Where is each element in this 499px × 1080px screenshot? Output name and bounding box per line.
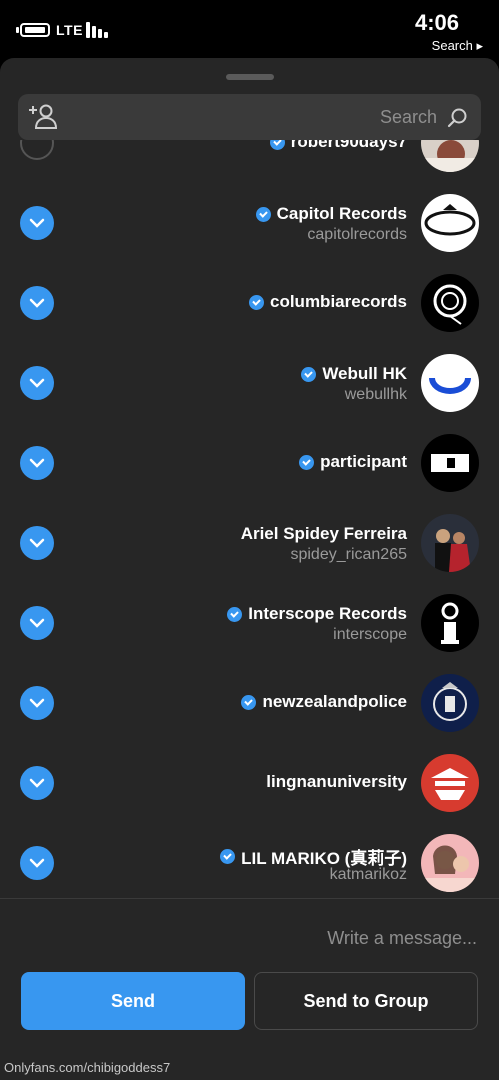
- avatar: [421, 594, 479, 652]
- back-to-search-link[interactable]: Search ▸: [432, 38, 483, 54]
- verified-badge-icon: [255, 206, 271, 222]
- selected-check-icon[interactable]: [20, 286, 54, 320]
- selected-check-icon[interactable]: [20, 686, 54, 720]
- contact-row[interactable]: newzealandpolice: [0, 662, 499, 742]
- contact-username: capitolrecords: [307, 226, 407, 243]
- clock: 4:06: [414, 10, 459, 35]
- verified-badge-icon: [249, 294, 264, 310]
- avatar: [421, 434, 479, 492]
- add-people-icon[interactable]: [28, 102, 60, 132]
- selected-check-icon[interactable]: [20, 206, 54, 240]
- contact-row[interactable]: robert90days7: [0, 140, 499, 182]
- contact-name: newzealandpolice: [262, 692, 407, 711]
- contact-name: Webull HK: [322, 364, 407, 383]
- contact-name: columbiarecords: [270, 292, 407, 311]
- avatar: [421, 834, 479, 892]
- avatar: [421, 674, 479, 732]
- contact-row[interactable]: Interscope Records interscope: [0, 582, 499, 662]
- contact-name: lingnanuniversity: [266, 772, 407, 791]
- contact-username: interscope: [333, 626, 407, 643]
- selected-check-icon[interactable]: [20, 366, 54, 400]
- sheet-grabber[interactable]: [226, 74, 274, 80]
- send-to-group-button[interactable]: Send to Group: [254, 972, 478, 1030]
- signal-icon: [86, 22, 110, 38]
- select-circle[interactable]: [20, 140, 54, 160]
- contact-name-line: Capitol Records: [255, 204, 407, 224]
- contact-row[interactable]: Ariel Spidey Ferreira spidey_rican265: [0, 502, 499, 582]
- verified-badge-icon: [269, 140, 285, 150]
- contact-name-line: Ariel Spidey Ferreira: [241, 524, 407, 544]
- contact-name-line: columbiarecords: [249, 292, 407, 312]
- composer-divider: [0, 898, 499, 899]
- contact-name-line: lingnanuniversity: [266, 772, 407, 792]
- avatar: [421, 194, 479, 252]
- search-input[interactable]: Search: [380, 107, 437, 128]
- contact-row[interactable]: LIL MARIKO (真莉子) katmarikoz: [0, 822, 499, 898]
- verified-badge-icon: [227, 606, 243, 622]
- network-label: LTE: [56, 22, 83, 38]
- verified-badge-icon: [301, 366, 317, 382]
- status-bar: LTE 4:06 Search ▸: [0, 0, 499, 58]
- watermark-text: Onlyfans.com/chibigoddess7: [4, 1060, 171, 1075]
- contact-username: katmarikoz: [329, 866, 407, 883]
- send-button[interactable]: Send: [21, 972, 245, 1030]
- message-input[interactable]: Write a message...: [327, 928, 477, 949]
- contact-name-line: Interscope Records: [227, 604, 407, 624]
- contact-row[interactable]: columbiarecords: [0, 262, 499, 342]
- contact-name-line: Webull HK: [301, 364, 407, 384]
- avatar: [421, 514, 479, 572]
- avatar: [421, 140, 479, 172]
- contact-name: participant: [320, 452, 407, 471]
- share-sheet: Search robert90days7 Capitol Records cap…: [0, 58, 499, 1080]
- contact-username: webullhk: [344, 386, 407, 403]
- contact-row[interactable]: Webull HK webullhk: [0, 342, 499, 422]
- selected-check-icon[interactable]: [20, 446, 54, 480]
- avatar: [421, 274, 479, 332]
- avatar: [421, 754, 479, 812]
- contact-list: robert90days7 Capitol Records capitolrec…: [0, 140, 499, 898]
- selected-check-icon[interactable]: [20, 606, 54, 640]
- contact-name-line: robert90days7: [269, 140, 407, 152]
- contact-username: spidey_rican265: [290, 546, 407, 563]
- selected-check-icon[interactable]: [20, 766, 54, 800]
- contact-name: robert90days7: [290, 140, 407, 151]
- battery-tip: [16, 27, 19, 33]
- contact-row[interactable]: Capitol Records capitolrecords: [0, 182, 499, 262]
- selected-check-icon[interactable]: [20, 526, 54, 560]
- contact-name-line: newzealandpolice: [241, 692, 407, 712]
- verified-badge-icon: [299, 454, 315, 470]
- contact-name-line: participant: [299, 452, 407, 472]
- selected-check-icon[interactable]: [20, 846, 54, 880]
- contact-name: Capitol Records: [276, 204, 407, 223]
- verified-badge-icon: [220, 849, 236, 864]
- contact-row[interactable]: lingnanuniversity: [0, 742, 499, 822]
- verified-badge-icon: [241, 694, 257, 710]
- contact-name: Ariel Spidey Ferreira: [240, 524, 407, 543]
- contact-row[interactable]: participant: [0, 422, 499, 502]
- avatar: [421, 354, 479, 412]
- contact-name: Interscope Records: [248, 604, 407, 623]
- battery-icon: [20, 23, 50, 37]
- search-icon: [447, 108, 467, 128]
- search-bar[interactable]: Search: [18, 94, 481, 140]
